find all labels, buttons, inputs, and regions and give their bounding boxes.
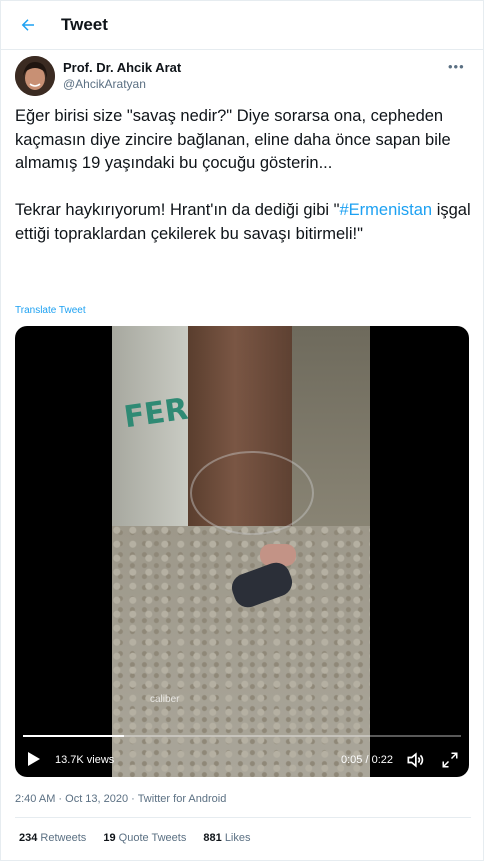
likes-stat[interactable]: 881 Likes bbox=[203, 832, 250, 844]
video-player[interactable]: FЕR caliber 13.7K views 0:05 / 0:22 bbox=[15, 326, 469, 777]
video-chain bbox=[190, 451, 314, 535]
tweet-meta[interactable]: 2:40 AM · Oct 13, 2020 · Twitter for And… bbox=[15, 793, 226, 805]
more-options-icon[interactable]: ••• bbox=[448, 59, 465, 74]
video-progress-fill bbox=[23, 735, 124, 737]
avatar[interactable] bbox=[15, 56, 55, 96]
video-wall: FЕR bbox=[112, 326, 191, 536]
volume-button[interactable] bbox=[405, 750, 425, 775]
translate-tweet-link[interactable]: Translate Tweet bbox=[15, 305, 86, 316]
fullscreen-button[interactable] bbox=[441, 751, 459, 774]
video-frame: FЕR caliber bbox=[112, 326, 370, 777]
play-button[interactable] bbox=[27, 751, 41, 772]
video-watermark: caliber bbox=[150, 694, 180, 705]
play-icon bbox=[28, 752, 40, 766]
retweets-label: Retweets bbox=[40, 832, 87, 844]
fullscreen-icon bbox=[442, 752, 458, 768]
tweet-page: Tweet Prof. Dr. Ahcik Arat @AhcikAratyan… bbox=[0, 0, 484, 861]
likes-label: Likes bbox=[224, 832, 251, 844]
likes-count: 881 bbox=[203, 832, 222, 844]
back-button[interactable] bbox=[15, 12, 41, 38]
retweets-count: 234 bbox=[19, 832, 38, 844]
engagement-stats: 234 Retweets 19 Quote Tweets 881 Likes bbox=[19, 832, 265, 844]
quotes-count: 19 bbox=[103, 832, 116, 844]
video-shade bbox=[292, 326, 370, 556]
back-arrow-icon bbox=[21, 19, 34, 31]
author-handle[interactable]: @AhcikAratyan bbox=[63, 77, 146, 91]
view-count: 13.7K views bbox=[55, 754, 115, 766]
quote-tweets-stat[interactable]: 19 Quote Tweets bbox=[103, 832, 186, 844]
page-title: Tweet bbox=[61, 15, 108, 34]
divider bbox=[15, 817, 471, 818]
hashtag-link[interactable]: #Ermenistan bbox=[339, 201, 432, 219]
video-progress-bar[interactable] bbox=[23, 735, 461, 737]
retweets-stat[interactable]: 234 Retweets bbox=[19, 832, 86, 844]
video-rubble bbox=[112, 526, 370, 777]
author-name[interactable]: Prof. Dr. Ahcik Arat bbox=[63, 60, 181, 75]
volume-icon bbox=[407, 752, 424, 768]
tweet-text: Eğer birisi size "savaş nedir?" Diye sor… bbox=[15, 105, 475, 246]
quotes-label: Quote Tweets bbox=[118, 832, 187, 844]
profile-photo-icon bbox=[15, 56, 55, 96]
painted-text: FЕR bbox=[121, 391, 191, 436]
header: Tweet bbox=[1, 1, 483, 50]
video-time: 0:05 / 0:22 bbox=[341, 754, 393, 766]
